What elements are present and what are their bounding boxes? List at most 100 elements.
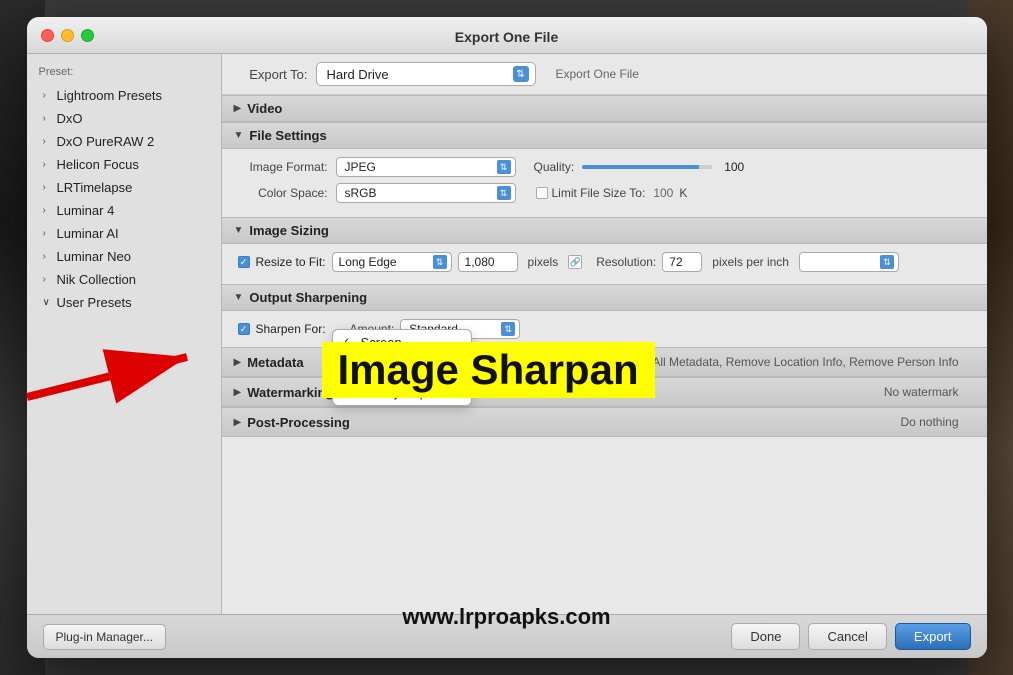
- dialog-body: Preset: › Lightroom Presets › DxO › DxO …: [27, 54, 987, 614]
- chevron-right-icon: ›: [43, 251, 53, 262]
- sharpen-row: ✓ Sharpen For: Screen Matte Paper Glossy…: [238, 319, 971, 339]
- image-format-row: Image Format: JPEG ⇅ Quality: 100: [238, 157, 971, 177]
- sidebar-item-lightroom[interactable]: › Lightroom Presets: [27, 84, 221, 107]
- watermarking-arrow-icon: ▶: [234, 387, 242, 398]
- width-field[interactable]: 1,080: [458, 252, 518, 272]
- sidebar-item-label: LRTimelapse: [57, 180, 133, 195]
- main-panel: Export To: Hard Drive ⇅ Export One File …: [222, 54, 987, 614]
- file-settings-arrow-icon: ▼: [234, 130, 244, 141]
- sidebar-item-user-presets[interactable]: ∨ User Presets: [27, 291, 221, 314]
- resize-checkbox[interactable]: ✓: [238, 256, 250, 268]
- pixels-label: pixels: [528, 255, 559, 269]
- image-format-select[interactable]: JPEG ⇅: [336, 157, 516, 177]
- watermarking-title: Watermarking: [247, 385, 333, 400]
- sidebar-item-dxo-pureraw[interactable]: › DxO PureRAW 2: [27, 130, 221, 153]
- resize-select[interactable]: Long Edge ⇅: [332, 252, 452, 272]
- link-icon[interactable]: 🔗: [568, 255, 582, 269]
- sharpan-text: Image Sharpan: [338, 346, 639, 393]
- quality-slider[interactable]: [582, 165, 712, 169]
- sidebar-item-label: DxO PureRAW 2: [57, 134, 155, 149]
- footer-buttons: Done Cancel Export: [731, 623, 970, 650]
- image-format-arrow-icon: ⇅: [497, 160, 511, 174]
- sharpan-overlay: Image Sharpan: [322, 342, 655, 398]
- amount-arrow-icon: ⇅: [501, 322, 515, 336]
- sidebar-item-luminar4[interactable]: › Luminar 4: [27, 199, 221, 222]
- sidebar-item-label: DxO: [57, 111, 83, 126]
- sidebar-item-label: Luminar Neo: [57, 249, 131, 264]
- metadata-arrow-icon: ▶: [234, 357, 242, 368]
- output-sharpening-title: Output Sharpening: [249, 290, 367, 305]
- post-processing-header[interactable]: ▶ Post-Processing Do nothing: [222, 407, 987, 437]
- file-settings-content: Image Format: JPEG ⇅ Quality: 100 Color …: [222, 149, 987, 217]
- chevron-right-icon: ›: [43, 182, 53, 193]
- close-button[interactable]: [41, 29, 54, 42]
- output-sharpening-arrow-icon: ▼: [234, 292, 244, 303]
- window-controls: [41, 29, 94, 42]
- resolution-field[interactable]: 72: [662, 252, 702, 272]
- export-to-row: Export To: Hard Drive ⇅ Export One File: [222, 54, 987, 95]
- limit-file-size-checkbox[interactable]: Limit File Size To: 100 K: [536, 186, 688, 200]
- sidebar-item-luminarai[interactable]: › Luminar AI: [27, 222, 221, 245]
- video-section-title: Video: [247, 101, 282, 116]
- sidebar-item-helicon[interactable]: › Helicon Focus: [27, 153, 221, 176]
- output-sharpening-header[interactable]: ▼ Output Sharpening: [222, 284, 987, 311]
- image-format-value: JPEG: [345, 160, 376, 174]
- video-section-header[interactable]: ▶ Video: [222, 95, 987, 122]
- resolution-value: 72: [669, 255, 682, 269]
- metadata-title: Metadata: [247, 355, 303, 370]
- sidebar-item-label: Nik Collection: [57, 272, 136, 287]
- resize-value: Long Edge: [339, 255, 397, 269]
- color-space-row: Color Space: sRGB ⇅ Limit File Size To: …: [238, 183, 971, 203]
- export-select-value: Hard Drive: [327, 67, 389, 82]
- image-format-label: Image Format:: [238, 160, 328, 174]
- file-settings-header[interactable]: ▼ File Settings: [222, 122, 987, 149]
- watermarking-info: No watermark: [868, 383, 975, 401]
- export-dialog: Export One File Preset: › Lightroom Pres…: [27, 17, 987, 658]
- chevron-right-icon: ›: [43, 159, 53, 170]
- export-button[interactable]: Export: [895, 623, 971, 650]
- color-space-select[interactable]: sRGB ⇅: [336, 183, 516, 203]
- export-to-label: Export To:: [238, 67, 308, 82]
- sidebar-item-dxo[interactable]: › DxO: [27, 107, 221, 130]
- sidebar-item-label: Luminar 4: [57, 203, 115, 218]
- ppi-label: pixels per inch: [712, 255, 789, 269]
- chevron-right-icon: ›: [43, 113, 53, 124]
- resize-label: Resize to Fit:: [256, 255, 326, 269]
- limit-unit: K: [679, 186, 687, 200]
- minimize-button[interactable]: [61, 29, 74, 42]
- chevron-right-icon: ›: [43, 90, 53, 101]
- limit-checkbox-input[interactable]: [536, 187, 548, 199]
- select-arrow-icon: ⇅: [513, 66, 529, 82]
- chevron-right-icon: ›: [43, 274, 53, 285]
- post-processing-title: Post-Processing: [247, 415, 350, 430]
- sidebar: Preset: › Lightroom Presets › DxO › DxO …: [27, 54, 222, 614]
- sidebar-item-label: Helicon Focus: [57, 157, 139, 172]
- done-button[interactable]: Done: [731, 623, 800, 650]
- sidebar-item-lrtimelapse[interactable]: › LRTimelapse: [27, 176, 221, 199]
- ppi-select[interactable]: ⇅: [799, 252, 899, 272]
- maximize-button[interactable]: [81, 29, 94, 42]
- sharpen-label: Sharpen For:: [256, 322, 326, 336]
- quality-value: 100: [724, 160, 749, 174]
- video-arrow-icon: ▶: [234, 103, 242, 114]
- post-processing-arrow-icon: ▶: [234, 417, 242, 428]
- sidebar-item-label: User Presets: [57, 295, 132, 310]
- resize-row: ✓ Resize to Fit: Long Edge ⇅ 1,080 pixel…: [238, 252, 971, 272]
- plugin-manager-button[interactable]: Plug-in Manager...: [43, 624, 166, 650]
- dialog-title: Export One File: [455, 29, 558, 45]
- image-sizing-arrow-icon: ▼: [234, 225, 244, 236]
- sidebar-item-nik-collection[interactable]: › Nik Collection: [27, 268, 221, 291]
- sidebar-item-label: Luminar AI: [57, 226, 119, 241]
- color-space-value: sRGB: [345, 186, 377, 200]
- metadata-info: All Metadata, Remove Location Info, Remo…: [636, 353, 974, 371]
- chevron-down-icon: ∨: [43, 297, 53, 308]
- sidebar-item-luminarneo[interactable]: › Luminar Neo: [27, 245, 221, 268]
- color-space-arrow-icon: ⇅: [497, 186, 511, 200]
- sharpen-checkbox[interactable]: ✓: [238, 323, 250, 335]
- image-sizing-content: ✓ Resize to Fit: Long Edge ⇅ 1,080 pixel…: [222, 244, 987, 284]
- file-settings-title: File Settings: [249, 128, 326, 143]
- cancel-button[interactable]: Cancel: [808, 623, 886, 650]
- image-sizing-header[interactable]: ▼ Image Sizing: [222, 217, 987, 244]
- chevron-right-icon: ›: [43, 205, 53, 216]
- export-to-select[interactable]: Hard Drive ⇅: [316, 62, 536, 86]
